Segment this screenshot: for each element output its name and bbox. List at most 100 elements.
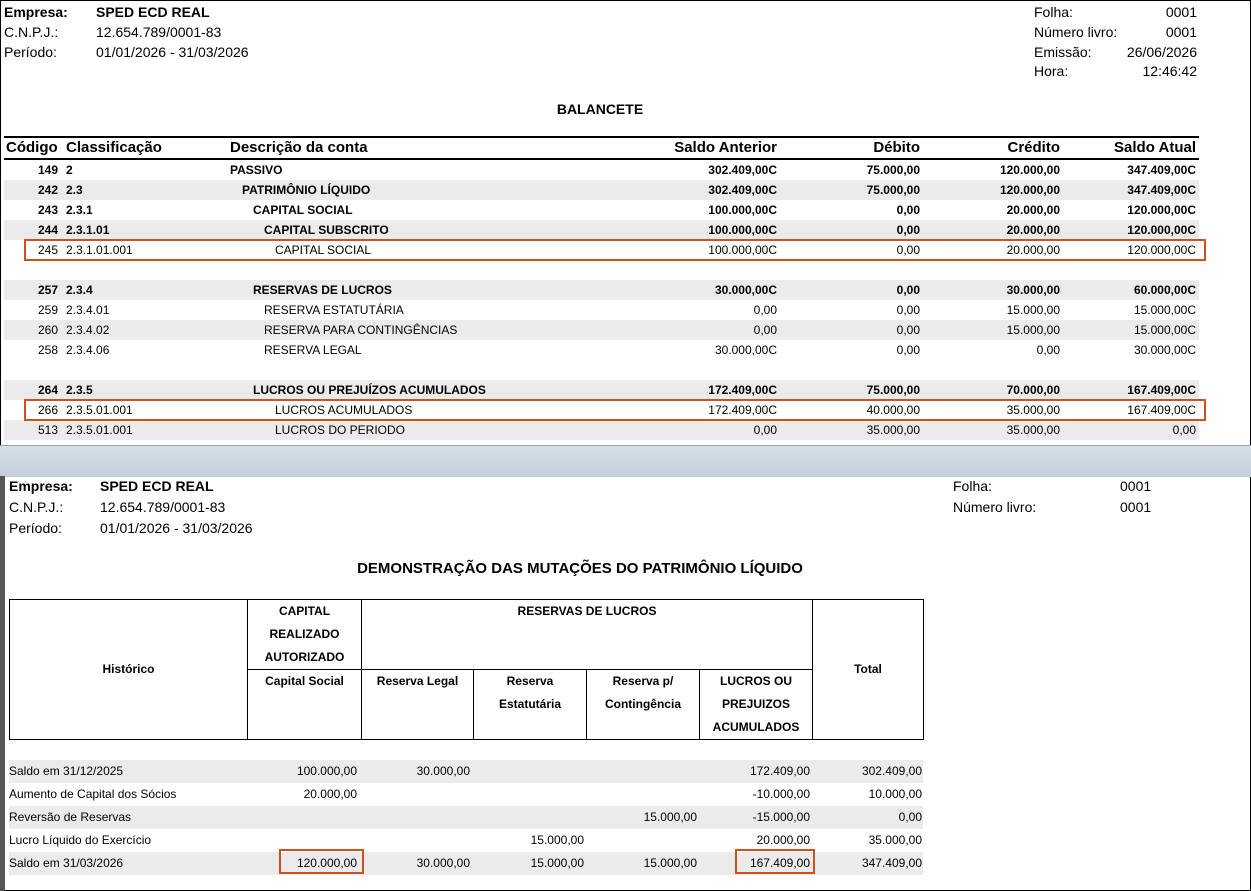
emissao-value: 26/06/2026 [1126,44,1197,60]
account-classification: 2.3.1 [66,203,93,217]
highlight-lucros-final [735,849,815,874]
debito: 0,00 [896,323,920,337]
account-code: 257 [37,283,58,297]
folha-label: Folha: [1034,4,1073,20]
saldo-anterior: 302.409,00C [708,183,777,197]
dmpl-value-cap: 20.000,00 [303,787,357,801]
account-description: RESERVA ESTATUTÁRIA [264,303,404,317]
highlight-lucros-acumulados-row [24,399,1206,421]
account-code: 513 [37,423,58,437]
dmpl-col-reserva-contingencia: Reserva p/ Contingência [586,669,700,740]
cnpj-label: C.N.P.J.: [4,24,59,40]
saldo-anterior: 0,00 [753,423,777,437]
dmpl-value-tot: 347.409,00 [861,856,922,870]
saldo-anterior: 100.000,00C [708,223,777,237]
dmpl-col-capital-social: Capital Social [247,669,362,740]
dmpl-lucros-line-2: PREJUIZOS [721,697,790,711]
account-classification: 2.3.5 [66,383,93,397]
dmpl-col-historico: Histórico [9,599,248,740]
dmpl-value-luc: -15.000,00 [752,810,810,824]
dmpl-value-luc: 172.409,00 [749,764,810,778]
table-row: 149 2 PASSIVO 302.409,00C 75.000,00 120.000,0… [4,160,1199,180]
empresa-label: Empresa: [4,4,68,20]
periodo-label-2: Período: [9,520,62,536]
account-description: CAPITAL SOCIAL [253,203,353,217]
livro-label: Número livro: [1034,24,1118,40]
account-classification: 2.3.4.06 [66,343,110,357]
dmpl-value-tot: 0,00 [898,810,922,824]
saldo-atual: 60.000,00C [1133,283,1196,297]
dmpl-value-tot: 10.000,00 [868,787,922,801]
saldo-atual: 347.409,00C [1127,163,1196,177]
cnpj-value: 12.654.789/0001-83 [96,24,222,40]
folha-value-2: 0001 [1120,478,1152,494]
credito: 20.000,00 [1006,203,1060,217]
dmpl-col-reserva-legal: Reserva Legal [361,669,474,740]
account-code: 258 [37,343,58,357]
saldo-atual: 120.000,00C [1127,203,1196,217]
debito: 0,00 [896,223,920,237]
dmpl-lucros-line-3: ACUMULADOS [712,720,800,734]
saldo-anterior: 0,00 [753,303,777,317]
dmpl-historico: Reversão de Reservas [9,810,132,824]
dmpl-row: Aumento de Capital dos Sócios 20.000,00 -1… [9,783,923,806]
credito: 20.000,00 [1006,223,1060,237]
dmpl-historico: Aumento de Capital dos Sócios [9,787,177,801]
col-codigo: Código [6,139,58,156]
debito: 0,00 [896,283,920,297]
saldo-anterior: 302.409,00C [708,163,777,177]
dmpl-header-table: Histórico CAPITAL REALIZADO AUTORIZADO R… [9,599,924,740]
dmpl-historico: Lucro Líquido do Exercício [9,833,152,847]
table-row: 243 2.3.1 CAPITAL SOCIAL 100.000,00C 0,00 20.… [4,200,1199,220]
header-rule-top [4,136,1199,138]
account-description: LUCROS OU PREJUÍZOS ACUMULADOS [253,383,486,397]
dmpl-value-est: 15.000,00 [530,833,584,847]
saldo-atual: 120.000,00C [1127,223,1196,237]
livro-value: 0001 [1165,24,1197,40]
saldo-atual: 30.000,00C [1133,343,1196,357]
dmpl-col-total: Total [812,599,924,740]
debito: 75.000,00 [866,383,920,397]
cnpj-label-2: C.N.P.J.: [9,499,64,515]
account-classification: 2.3.1.01 [66,223,110,237]
debito: 0,00 [896,343,920,357]
credito: 35.000,00 [1006,423,1060,437]
credito: 70.000,00 [1006,383,1060,397]
account-classification: 2.3.4.02 [66,323,110,337]
account-code: 244 [37,223,58,237]
account-classification: 2.3.4.01 [66,303,110,317]
table-row: 258 2.3.4.06 RESERVA LEGAL 30.000,00C 0,00 0,… [4,340,1199,360]
left-edge-bar [0,476,5,891]
table-row: 264 2.3.5 LUCROS OU PREJUÍZOS ACUMULADOS 17… [4,380,1199,400]
dmpl-res-cont-line-1: Reserva p/ [612,674,674,688]
dmpl-capital-line-3: AUTORIZADO [264,650,345,664]
dmpl-col-lucros: LUCROS OU PREJUIZOS ACUMULADOS [699,669,813,740]
saldo-atual: 347.409,00C [1127,183,1196,197]
credito: 30.000,00 [1006,283,1060,297]
emissao-label: Emissão: [1034,44,1092,60]
periodo-value: 01/01/2026 - 31/03/2026 [96,44,249,60]
credito: 120.000,00 [999,183,1060,197]
account-description: PATRIMÔNIO LÍQUIDO [242,183,371,197]
saldo-atual: 15.000,00C [1133,303,1196,317]
balancete-title: BALANCETE [556,101,644,117]
dmpl-value-leg: 30.000,00 [416,764,470,778]
folha-value: 0001 [1165,4,1197,20]
dmpl-value-leg: 30.000,00 [416,856,470,870]
saldo-atual: 167.409,00C [1127,383,1196,397]
dmpl-value-cont: 15.000,00 [643,810,697,824]
col-descricao: Descrição da conta [230,139,368,156]
screenshot-separator [0,445,1251,477]
saldo-atual: 15.000,00C [1133,323,1196,337]
account-code: 243 [37,203,58,217]
dmpl-historico: Saldo em 31/12/2025 [9,764,124,778]
dmpl-col-capital-group: CAPITAL REALIZADO AUTORIZADO [247,599,362,670]
saldo-anterior: 172.409,00C [708,383,777,397]
col-classificacao: Classificação [66,139,162,156]
dmpl-value-cap: 100.000,00 [296,764,357,778]
livro-value-2: 0001 [1120,499,1152,515]
dmpl-title: DEMONSTRAÇÃO DAS MUTAÇÕES DO PATRIMÔNIO … [357,560,803,577]
dmpl-capital-line-2: REALIZADO [269,627,340,641]
account-classification: 2.3.4 [66,283,93,297]
table-row: 260 2.3.4.02 RESERVA PARA CONTINGÊNCIAS 0,0… [4,320,1199,340]
